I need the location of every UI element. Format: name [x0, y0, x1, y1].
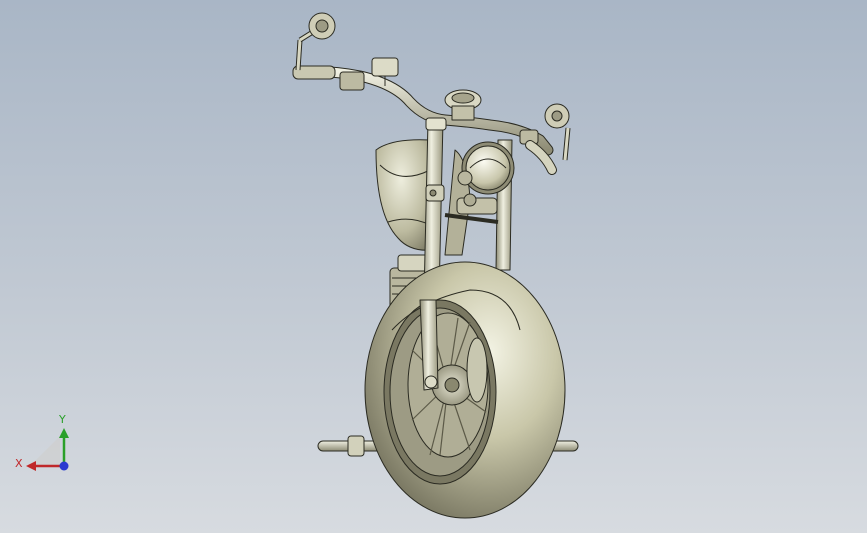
- foot-peg-left: [347, 435, 365, 457]
- headlight: [465, 145, 511, 191]
- front-wheel: [364, 261, 566, 519]
- axis-x-label: X: [15, 457, 23, 470]
- cad-graphics-viewport[interactable]: Y X: [0, 0, 867, 533]
- brake-reservoir: [371, 57, 399, 77]
- axis-y-label: Y: [59, 413, 66, 426]
- fuel-tank: [375, 139, 433, 251]
- left-switch-housing: [339, 71, 365, 91]
- motorcycle-model[interactable]: [0, 0, 867, 533]
